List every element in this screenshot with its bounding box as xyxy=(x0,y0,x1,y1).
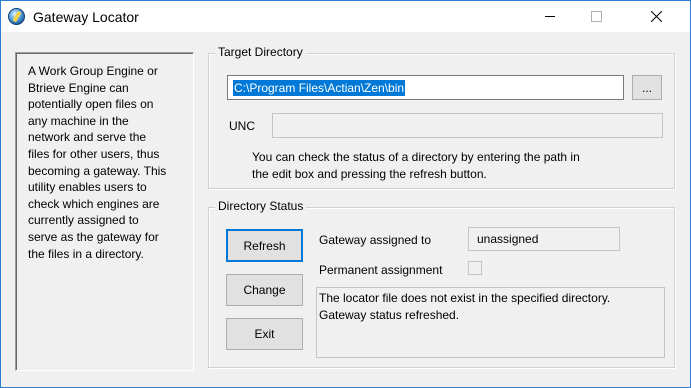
refresh-button[interactable]: Refresh xyxy=(226,229,303,262)
permanent-assignment-label: Permanent assignment xyxy=(319,263,443,277)
status-messages-box[interactable]: The locator file does not exist in the s… xyxy=(316,287,665,358)
gateway-assigned-value: unassigned xyxy=(477,232,539,246)
status-messages: The locator file does not exist in the s… xyxy=(319,291,611,322)
directory-status-label: Directory Status xyxy=(215,199,307,213)
unc-label: UNC xyxy=(229,119,255,133)
exit-button[interactable]: Exit xyxy=(226,318,303,350)
maximize-button xyxy=(574,1,620,32)
gateway-assigned-field: unassigned xyxy=(468,227,620,251)
permanent-assignment-checkbox xyxy=(468,261,482,275)
refresh-hint: You can check the status of a directory … xyxy=(252,150,580,181)
directory-input[interactable]: C:\Program Files\Actian\Zen\bin xyxy=(227,75,624,100)
window-title: Gateway Locator xyxy=(33,9,139,25)
app-icon[interactable] xyxy=(8,8,25,25)
unc-field xyxy=(272,113,663,138)
target-directory-label: Target Directory xyxy=(215,45,306,59)
browse-button[interactable]: ... xyxy=(632,75,662,100)
gateway-assigned-label: Gateway assigned to xyxy=(319,233,432,247)
minimize-button[interactable] xyxy=(528,1,574,32)
close-button[interactable] xyxy=(620,1,690,32)
info-description: A Work Group Engine or Btrieve Engine ca… xyxy=(28,64,167,261)
close-icon xyxy=(651,11,662,22)
change-button[interactable]: Change xyxy=(226,274,303,306)
directory-input-value: C:\Program Files\Actian\Zen\bin xyxy=(233,80,406,96)
title-bar[interactable]: Gateway Locator xyxy=(1,1,690,32)
info-panel: A Work Group Engine or Btrieve Engine ca… xyxy=(15,52,194,371)
